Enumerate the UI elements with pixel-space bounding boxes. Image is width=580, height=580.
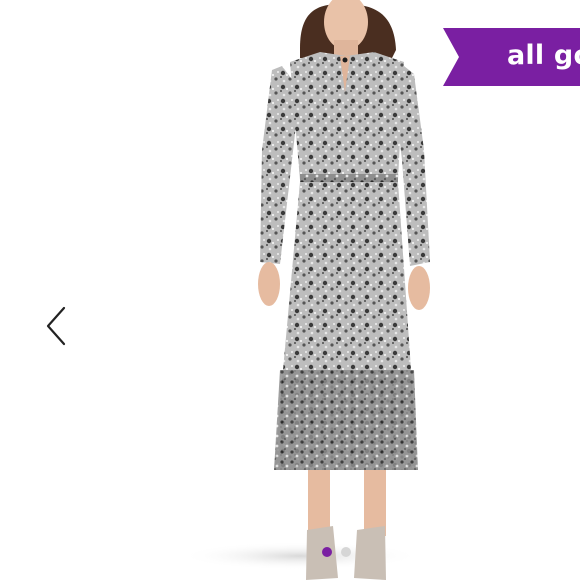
carousel-dot-1[interactable] [322, 547, 332, 557]
chevron-left-icon [46, 306, 66, 346]
product-image-carousel: all gone [0, 0, 580, 580]
badge-label: all gone [507, 40, 580, 71]
carousel-dot-2[interactable] [341, 547, 351, 557]
carousel-pagination [322, 547, 351, 557]
all-gone-badge: all gone [443, 28, 580, 86]
previous-slide-button[interactable] [36, 302, 76, 350]
product-photo [180, 0, 430, 580]
